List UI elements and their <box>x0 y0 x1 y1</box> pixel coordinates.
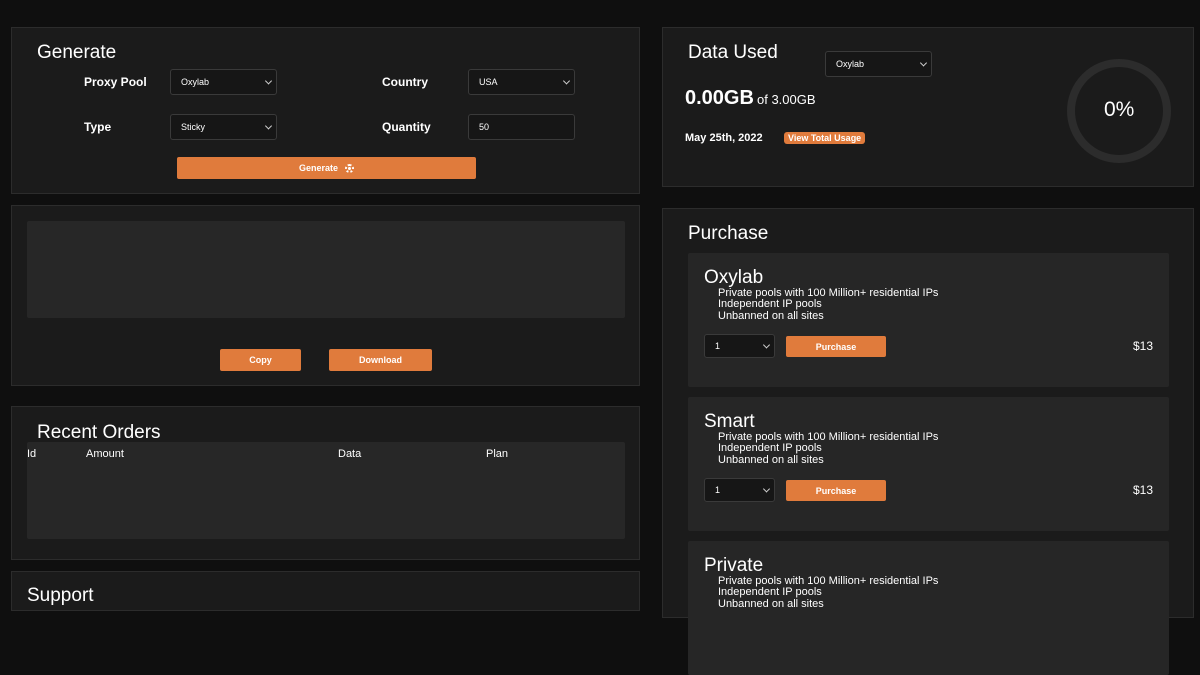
proxy-pool-value: Oxylab <box>181 77 210 87</box>
output-panel: Copy Download <box>11 205 640 386</box>
column-header-plan: Plan <box>486 448 509 460</box>
download-button[interactable]: Download <box>329 349 432 371</box>
plan-quantity-select[interactable]: 1 <box>704 334 775 358</box>
plan-price: $13 <box>1133 339 1154 353</box>
data-used-amount: 0.00GB of 3.00GB <box>685 87 816 110</box>
quantity-label: Quantity <box>382 120 431 134</box>
generate-title: Generate <box>37 42 117 63</box>
generate-button-label: Generate <box>298 163 339 173</box>
purchase-panel: Purchase Oxylab Private pools with 100 M… <box>662 208 1194 675</box>
proxy-pool-label: Proxy Pool <box>84 75 147 89</box>
gear-icon <box>345 163 355 173</box>
generate-panel: Generate Proxy Pool Oxylab Country USA T… <box>11 27 640 194</box>
support-title: Support <box>27 585 94 606</box>
country-label: Country <box>382 75 428 89</box>
plan-name: Smart <box>704 411 755 432</box>
data-pool-select[interactable]: Oxylab <box>825 51 932 77</box>
plan-name: Oxylab <box>704 267 764 288</box>
used-value: 0.00GB <box>685 87 754 109</box>
column-header-id: Id <box>27 448 37 460</box>
type-value: Sticky <box>181 122 206 132</box>
country-value: USA <box>479 77 498 87</box>
type-select[interactable]: Sticky <box>170 114 277 140</box>
copy-button[interactable]: Copy <box>220 349 301 371</box>
proxy-output-area[interactable] <box>27 221 625 318</box>
quantity-input[interactable]: 50 <box>468 114 575 140</box>
plan-feature: Unbanned on all sites <box>718 598 824 610</box>
plan-quantity-value: 1 <box>715 341 721 351</box>
plan-card-private: Private Private pools with 100 Million+ … <box>688 541 1169 675</box>
usage-date: May 25th, 2022 <box>685 132 763 144</box>
recent-orders-title: Recent Orders <box>37 422 161 443</box>
plan-feature: Unbanned on all sites <box>718 310 824 322</box>
purchase-button[interactable]: Purchase <box>786 480 886 501</box>
data-pool-value: Oxylab <box>836 59 865 69</box>
chevron-down-icon <box>919 59 928 67</box>
chevron-down-icon <box>762 485 771 493</box>
plan-quantity-value: 1 <box>715 485 721 495</box>
plan-quantity-select[interactable]: 1 <box>704 478 775 502</box>
usage-percent: 0% <box>1104 98 1135 121</box>
quantity-value: 50 <box>479 122 490 132</box>
plan-feature: Independent IP pools <box>718 298 822 310</box>
recent-orders-panel: Recent Orders Id Amount Data Plan <box>11 406 640 560</box>
total-value: of 3.00GB <box>757 92 816 107</box>
data-used-title: Data Used <box>688 42 778 63</box>
chevron-down-icon <box>264 122 273 130</box>
country-select[interactable]: USA <box>468 69 575 95</box>
type-label: Type <box>84 120 112 134</box>
data-used-panel: Data Used Oxylab 0.00GB of 3.00GB May 25… <box>662 27 1194 187</box>
plan-feature: Independent IP pools <box>718 442 822 454</box>
chevron-down-icon <box>562 77 571 85</box>
chevron-down-icon <box>762 341 771 349</box>
column-header-data: Data <box>338 448 362 460</box>
plan-feature: Independent IP pools <box>718 586 822 598</box>
purchase-title: Purchase <box>688 223 769 244</box>
proxy-pool-select[interactable]: Oxylab <box>170 69 277 95</box>
support-panel: Support <box>11 571 640 611</box>
plan-name: Private <box>704 555 764 576</box>
plan-price: $13 <box>1133 483 1154 497</box>
plan-feature: Unbanned on all sites <box>718 454 824 466</box>
view-total-usage-link[interactable]: View Total Usage <box>784 132 866 144</box>
chevron-down-icon <box>264 77 273 85</box>
column-header-amount: Amount <box>86 448 124 460</box>
plan-card-oxylab: Oxylab Private pools with 100 Million+ r… <box>688 253 1169 387</box>
purchase-button[interactable]: Purchase <box>786 336 886 357</box>
generate-button[interactable]: Generate <box>177 157 476 179</box>
plan-card-smart: Smart Private pools with 100 Million+ re… <box>688 397 1169 531</box>
